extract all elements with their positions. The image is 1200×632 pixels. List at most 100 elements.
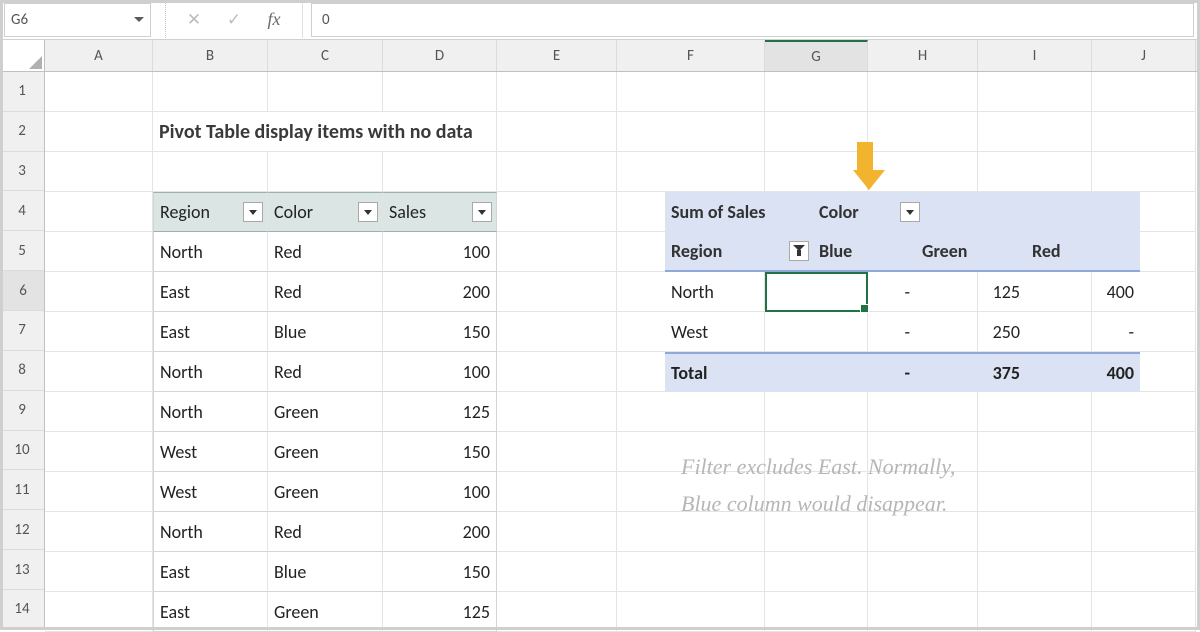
cell[interactable] [1092,552,1196,592]
cell[interactable] [497,472,617,512]
name-box[interactable]: G6 [4,3,151,37]
table-cell[interactable]: East [153,312,268,352]
col-header[interactable]: H [868,40,978,71]
pivot-value[interactable]: - [813,272,916,312]
table-cell[interactable]: Blue [268,552,383,592]
pivot-row-label[interactable]: North [665,272,813,312]
table-cell[interactable]: 200 [383,512,497,552]
cell[interactable] [45,512,153,552]
cell[interactable] [617,152,765,192]
cell[interactable] [45,72,153,112]
cell[interactable] [765,552,868,592]
table-cell[interactable]: East [153,592,268,632]
col-header[interactable]: F [617,40,765,71]
row-header[interactable]: 12 [0,510,44,550]
cell[interactable] [978,72,1092,112]
col-header[interactable]: A [45,40,153,71]
cell[interactable] [153,152,268,192]
cell[interactable] [916,192,1026,232]
cell[interactable] [765,72,868,112]
cell[interactable] [617,112,765,152]
pivot-total-value[interactable]: 375 [916,354,1026,392]
cell[interactable] [978,152,1092,192]
cell[interactable] [617,72,765,112]
cell[interactable] [45,392,153,432]
cell[interactable] [45,552,153,592]
cell[interactable] [497,432,617,472]
table-cell[interactable]: 150 [383,552,497,592]
cell[interactable] [497,592,617,632]
cell[interactable] [1092,472,1196,512]
col-header[interactable]: D [383,40,497,71]
table-cell[interactable]: Red [268,232,383,272]
pivot-value[interactable]: 400 [1026,272,1140,312]
insert-function-button[interactable]: fx [254,0,294,40]
pivot-table[interactable]: Sum of Sales Color Region Blue Green [665,192,1140,392]
cell[interactable] [45,432,153,472]
cell[interactable] [497,272,617,312]
table-cell[interactable]: 200 [383,272,497,312]
pivot-row-label[interactable]: West [665,312,813,352]
cells[interactable]: Pivot Table display items with no data [45,72,1200,630]
table-cell[interactable]: 125 [383,392,497,432]
cell[interactable] [617,592,765,632]
row-header[interactable]: 10 [0,431,44,471]
cell[interactable] [868,72,978,112]
table-header-color[interactable]: Color [268,192,383,232]
row-header[interactable]: 5 [0,231,44,271]
cell[interactable] [497,112,617,152]
row-header[interactable]: 13 [0,550,44,590]
cell[interactable] [1092,512,1196,552]
cell[interactable] [617,552,765,592]
chevron-down-icon[interactable] [134,17,144,22]
table-cell[interactable]: Green [268,392,383,432]
cell[interactable] [45,312,153,352]
table-header-sales[interactable]: Sales [383,192,497,232]
cell[interactable] [1092,392,1196,432]
filter-button[interactable] [358,202,378,222]
table-cell[interactable]: Blue [268,312,383,352]
cell[interactable] [45,112,153,152]
table-cell[interactable]: 100 [383,232,497,272]
cell[interactable] [268,112,383,152]
pivot-col-label[interactable]: Blue [813,232,916,270]
pivot-row-field[interactable]: Region [665,232,813,270]
pivot-values-label[interactable]: Sum of Sales [665,192,813,232]
cell[interactable] [45,192,153,232]
row-header[interactable]: 7 [0,311,44,351]
page-title[interactable]: Pivot Table display items with no data [153,112,268,152]
table-cell[interactable]: North [153,352,268,392]
pivot-value[interactable]: - [1026,312,1140,352]
cell[interactable] [153,72,268,112]
pivot-total-value[interactable]: 400 [1026,354,1140,392]
cell[interactable] [868,392,978,432]
cell[interactable] [868,552,978,592]
col-header[interactable]: I [978,40,1092,71]
cell[interactable] [497,152,617,192]
table-cell[interactable]: 100 [383,352,497,392]
pivot-col-field[interactable]: Color [813,192,916,232]
cell[interactable] [497,392,617,432]
cell[interactable] [868,592,978,632]
cell[interactable] [383,72,497,112]
table-cell[interactable]: Red [268,352,383,392]
col-header[interactable]: J [1092,40,1196,71]
table-cell[interactable]: 150 [383,312,497,352]
cell[interactable] [268,72,383,112]
table-cell[interactable]: 150 [383,432,497,472]
cell[interactable] [497,312,617,352]
cell[interactable] [45,472,153,512]
pivot-value[interactable]: - [813,312,916,352]
row-header[interactable]: 3 [0,152,44,192]
cell[interactable] [497,552,617,592]
table-cell[interactable]: North [153,392,268,432]
cell[interactable] [978,392,1092,432]
cell[interactable] [868,112,978,152]
filter-button[interactable] [900,202,920,222]
cell[interactable] [45,272,153,312]
row-header[interactable]: 6 [0,271,44,311]
table-header-region[interactable]: Region [153,192,268,232]
cell[interactable] [1092,592,1196,632]
table-cell[interactable]: North [153,232,268,272]
col-header[interactable]: B [153,40,268,71]
